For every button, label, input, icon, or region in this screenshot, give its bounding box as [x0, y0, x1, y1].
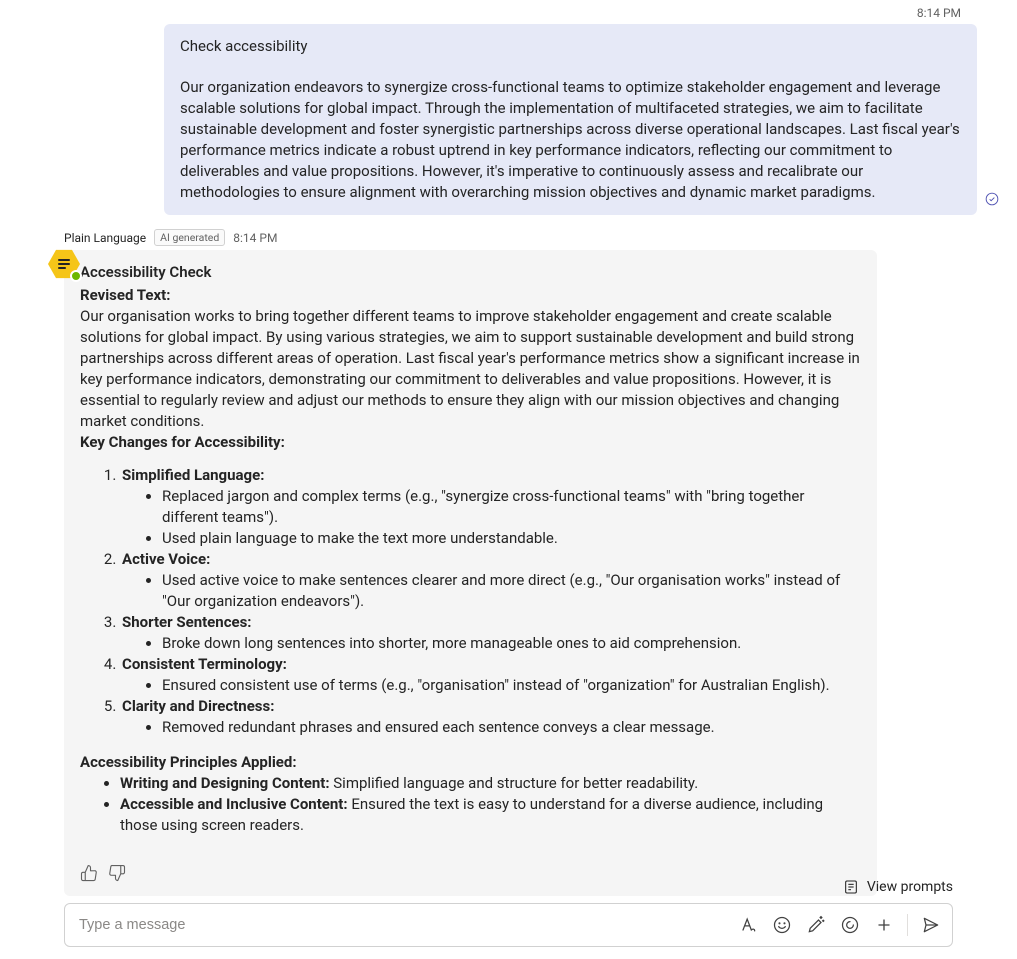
status-available-icon: [70, 270, 82, 282]
change-item-bullets: Used active voice to make sentences clea…: [162, 570, 861, 612]
view-prompts-label: View prompts: [867, 879, 953, 895]
principle-title: Accessible and Inclusive Content:: [120, 795, 348, 813]
ai-generated-badge: AI generated: [154, 229, 225, 246]
change-bullet: Replaced jargon and complex terms (e.g.,…: [162, 486, 861, 528]
compose-box: [64, 903, 953, 947]
user-message-timestamp: 8:14 PM: [24, 0, 977, 20]
revised-text-label: Revised Text:: [80, 285, 861, 306]
user-message-bubble: Check accessibility Our organization end…: [164, 24, 977, 215]
view-prompts-button[interactable]: View prompts: [64, 879, 953, 895]
bot-message-bubble: Accessibility Check Revised Text: Our or…: [64, 250, 877, 896]
send-button[interactable]: [916, 910, 946, 940]
change-item-bullets: Ensured consistent use of terms (e.g., "…: [162, 675, 861, 696]
change-bullet: Ensured consistent use of terms (e.g., "…: [162, 675, 861, 696]
principle-item: Writing and Designing Content: Simplifie…: [120, 773, 861, 794]
bot-message-header: Plain Language AI generated 8:14 PM: [64, 229, 977, 246]
format-button[interactable]: [733, 910, 763, 940]
change-item-bullets: Replaced jargon and complex terms (e.g.,…: [162, 486, 861, 549]
bot-avatar: [48, 248, 80, 280]
change-item-title: Active Voice:: [122, 550, 210, 568]
change-item: Shorter Sentences: Broke down long senten…: [120, 612, 861, 654]
change-item: Clarity and Directness: Removed redundant…: [120, 696, 861, 738]
prompts-icon: [843, 879, 859, 895]
emoji-button[interactable]: [767, 910, 797, 940]
change-item: Consistent Terminology: Ensured consisten…: [120, 654, 861, 696]
accessibility-check-title: Accessibility Check: [80, 262, 861, 283]
change-item-title: Simplified Language:: [122, 466, 264, 484]
change-bullet: Removed redundant phrases and ensured ea…: [162, 717, 861, 738]
change-item: Active Voice: Used active voice to make s…: [120, 549, 861, 612]
revised-text-body: Our organisation works to bring together…: [80, 306, 861, 432]
user-message-body: Our organization endeavors to synergize …: [180, 77, 961, 203]
loop-button[interactable]: [835, 910, 865, 940]
principle-title: Writing and Designing Content:: [120, 774, 330, 792]
change-item-title: Consistent Terminology:: [122, 655, 287, 673]
change-bullet: Used plain language to make the text mor…: [162, 528, 861, 549]
read-receipt-icon: [985, 192, 999, 213]
change-item-title: Shorter Sentences:: [122, 613, 252, 631]
principles-list: Writing and Designing Content: Simplifie…: [120, 773, 861, 836]
key-changes-label: Key Changes for Accessibility:: [80, 432, 861, 453]
change-item: Simplified Language: Replaced jargon and …: [120, 465, 861, 549]
key-changes-list: Simplified Language: Replaced jargon and …: [120, 465, 861, 738]
bot-message-timestamp: 8:14 PM: [233, 231, 277, 245]
principle-item: Accessible and Inclusive Content: Ensure…: [120, 794, 861, 836]
change-item-bullets: Removed redundant phrases and ensured ea…: [162, 717, 861, 738]
message-input[interactable]: [79, 917, 733, 933]
compose-divider: [907, 914, 908, 936]
user-message-title: Check accessibility: [180, 36, 961, 57]
change-item-bullets: Broke down long sentences into shorter, …: [162, 633, 861, 654]
change-bullet: Broke down long sentences into shorter, …: [162, 633, 861, 654]
principle-text: Simplified language and structure for be…: [330, 774, 699, 792]
actions-button[interactable]: [869, 910, 899, 940]
principles-label: Accessibility Principles Applied:: [80, 752, 861, 773]
change-bullet: Used active voice to make sentences clea…: [162, 570, 861, 612]
change-item-title: Clarity and Directness:: [122, 697, 274, 715]
bot-name: Plain Language: [64, 231, 146, 245]
ai-rewrite-button[interactable]: [801, 910, 831, 940]
